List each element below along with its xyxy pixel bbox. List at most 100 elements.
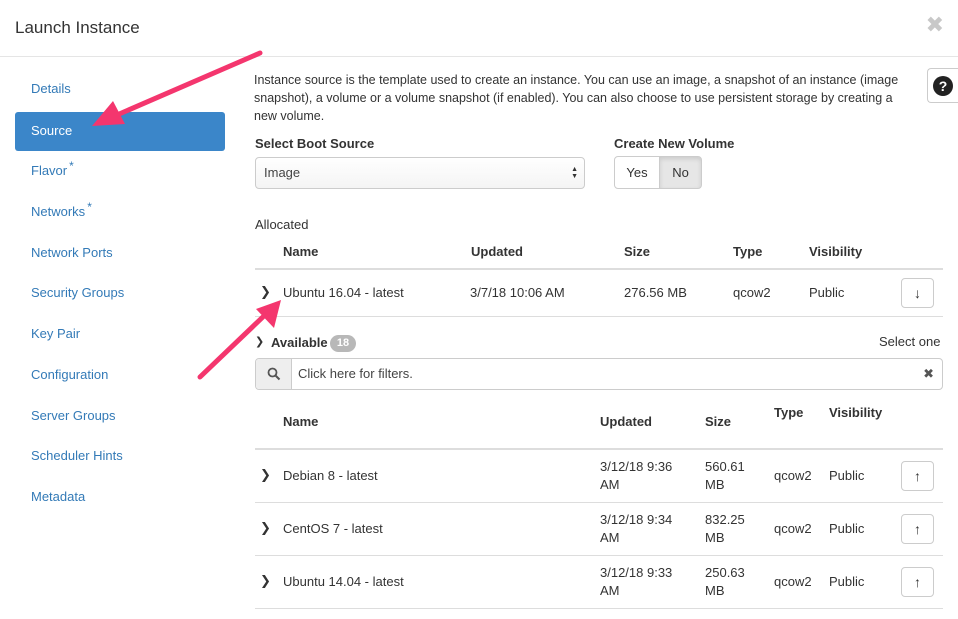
table-divider	[255, 448, 943, 450]
row-size-line: 560.61	[705, 459, 745, 474]
row-size: 250.63 MB	[705, 564, 745, 600]
arrow-down-icon: ↓	[914, 285, 921, 301]
allocate-button[interactable]: ↑	[901, 514, 934, 544]
chevron-down-icon: ❯	[255, 336, 265, 348]
boot-source-select[interactable]: Image ▲ ▼	[255, 157, 585, 189]
available-col-name: Name	[283, 414, 319, 429]
row-name: Ubuntu 14.04 - latest	[283, 574, 404, 589]
deallocate-button[interactable]: ↓	[901, 278, 934, 308]
times-icon[interactable]: ✖	[923, 359, 934, 389]
sidebar-item-key-pair[interactable]: Key Pair	[15, 315, 225, 354]
wizard-sidebar: Details Source Flavor * Networks * Network…	[0, 57, 240, 619]
row-type: qcow2	[774, 574, 812, 589]
table-divider	[255, 316, 943, 317]
sidebar-item-configuration[interactable]: Configuration	[15, 356, 225, 395]
sidebar-item-metadata[interactable]: Metadata	[15, 478, 225, 517]
row-name: Ubuntu 16.04 - latest	[283, 285, 404, 300]
row-size: 276.56 MB	[624, 285, 687, 300]
sidebar-item-label: Flavor	[31, 163, 68, 178]
available-col-updated: Updated	[600, 414, 652, 429]
sidebar-item-details[interactable]: Details	[15, 70, 225, 109]
source-description: Instance source is the template used to …	[254, 73, 899, 123]
row-visibility: Public	[829, 521, 865, 536]
row-size-line: MB	[705, 583, 725, 598]
create-volume-yes-button[interactable]: Yes	[614, 156, 660, 189]
row-visibility: Public	[829, 574, 865, 589]
row-visibility: Public	[829, 468, 865, 483]
sidebar-item-source[interactable]: Source	[15, 112, 225, 151]
sidebar-item-label: Server Groups	[31, 408, 116, 423]
table-divider	[255, 502, 943, 503]
sidebar-item-label: Scheduler Hints	[31, 448, 123, 463]
chevron-right-icon[interactable]: ❯	[260, 520, 271, 536]
row-updated: 3/12/18 9:36 AM	[600, 458, 672, 494]
allocate-button[interactable]: ↑	[901, 567, 934, 597]
row-type: qcow2	[774, 521, 812, 536]
row-size: 560.61 MB	[705, 458, 745, 494]
sidebar-item-label: Configuration	[31, 367, 109, 382]
chevron-right-icon[interactable]: ❯	[260, 467, 271, 483]
select-arrows-icon: ▲ ▼	[571, 166, 578, 180]
sidebar-item-label: Networks	[31, 204, 86, 219]
search-icon	[256, 359, 292, 389]
allocated-col-updated: Updated	[471, 244, 523, 259]
sidebar-item-networks[interactable]: Networks *	[15, 193, 225, 232]
row-name: CentOS 7 - latest	[283, 521, 383, 536]
arrow-up-icon: ↑	[914, 574, 921, 590]
row-updated-line: 3/12/18 9:33	[600, 565, 673, 580]
available-label: Available	[271, 335, 328, 350]
table-divider	[255, 608, 943, 609]
required-mark: *	[87, 200, 92, 214]
arrow-up-icon: ↑	[914, 468, 921, 484]
allocated-col-visibility: Visibility	[809, 244, 863, 259]
close-icon[interactable]: ✖	[926, 12, 944, 38]
modal-header: Launch Instance ✖	[0, 0, 958, 57]
sidebar-item-label: Security Groups	[31, 285, 125, 300]
help-button[interactable]: ?	[927, 68, 958, 103]
allocated-col-name: Name	[283, 244, 319, 259]
chevron-right-icon[interactable]: ❯	[260, 573, 271, 589]
allocate-button[interactable]: ↑	[901, 461, 934, 491]
row-updated-line: 3/12/18 9:34	[600, 512, 673, 527]
row-type: qcow2	[774, 468, 812, 483]
sidebar-item-network-ports[interactable]: Network Ports	[15, 234, 225, 273]
row-size-line: MB	[705, 477, 725, 492]
row-size-line: 250.63	[705, 565, 745, 580]
table-divider	[255, 268, 943, 270]
sidebar-item-security-groups[interactable]: Security Groups	[15, 274, 225, 313]
sidebar-item-label: Details	[31, 81, 71, 96]
row-size: 832.25 MB	[705, 511, 745, 547]
chevron-right-icon[interactable]: ❯	[260, 284, 271, 300]
row-size-line: MB	[705, 530, 725, 545]
row-updated-line: 3/12/18 9:36	[600, 459, 673, 474]
boot-source-value: Image	[264, 165, 301, 180]
sidebar-item-label: Source	[31, 123, 73, 138]
sidebar-item-label: Network Ports	[31, 245, 113, 260]
available-col-size: Size	[705, 414, 732, 429]
allocated-col-type: Type	[733, 244, 763, 259]
sidebar-item-label: Metadata	[31, 489, 86, 504]
row-size-line: 832.25	[705, 512, 745, 527]
sidebar-item-label: Key Pair	[31, 326, 81, 341]
available-col-type: Type	[774, 405, 804, 420]
required-mark: *	[69, 159, 74, 173]
row-updated-line: AM	[600, 530, 620, 545]
row-visibility: Public	[809, 285, 845, 300]
row-name: Debian 8 - latest	[283, 468, 378, 483]
allocated-col-size: Size	[624, 244, 651, 259]
sidebar-item-flavor[interactable]: Flavor *	[15, 152, 225, 191]
available-count-badge: 18	[330, 335, 356, 352]
question-circle-icon: ?	[933, 76, 953, 96]
sidebar-item-scheduler-hints[interactable]: Scheduler Hints	[15, 437, 225, 476]
row-type: qcow2	[733, 285, 771, 300]
filter-input[interactable]: Click here for filters.	[298, 359, 413, 389]
create-volume-label: Create New Volume	[614, 136, 735, 151]
sidebar-item-server-groups[interactable]: Server Groups	[15, 397, 225, 436]
row-updated-line: AM	[600, 477, 620, 492]
filter-bar[interactable]: Click here for filters. ✖	[255, 358, 943, 390]
modal-title: Launch Instance	[15, 18, 140, 37]
boot-source-label: Select Boot Source	[255, 136, 375, 151]
available-col-visibility: Visibility	[829, 405, 883, 420]
create-volume-no-button[interactable]: No	[659, 156, 702, 189]
row-updated-line: AM	[600, 583, 620, 598]
